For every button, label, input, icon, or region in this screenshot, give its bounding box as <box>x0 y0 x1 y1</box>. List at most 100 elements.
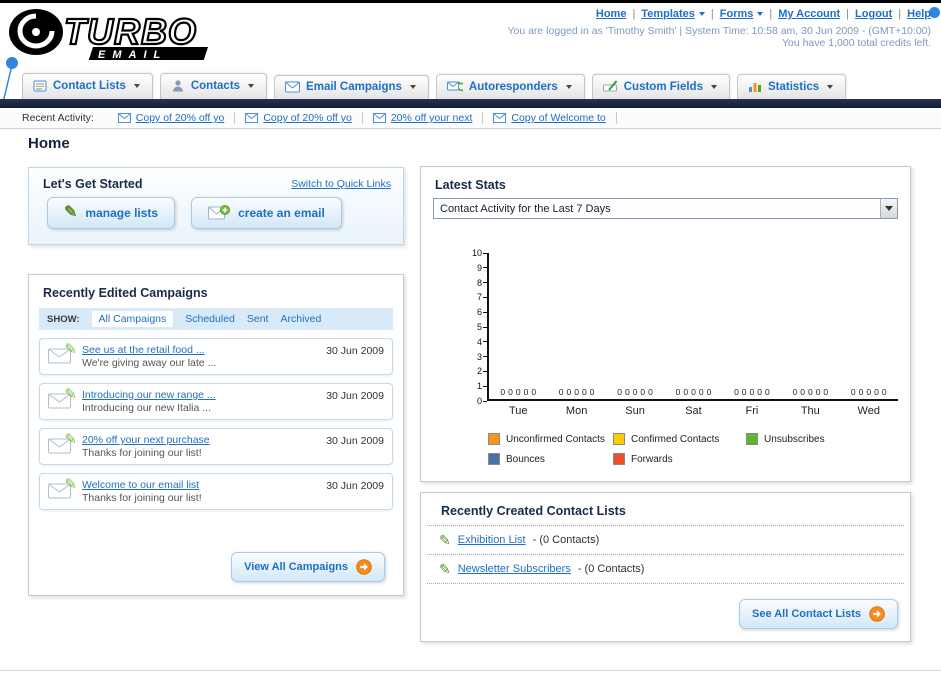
x-axis-label: Mon <box>565 405 588 417</box>
filter-all-campaigns[interactable]: All Campaigns <box>91 311 174 327</box>
contact-list-link[interactable]: Exhibition List <box>458 534 526 546</box>
campaign-envelope-icon: ✎ <box>48 432 77 458</box>
switch-quick-links[interactable]: Switch to Quick Links <box>291 178 391 190</box>
pencil-icon: ✎ <box>64 430 77 448</box>
tab-autoresponders[interactable]: Autoresponders <box>435 74 585 99</box>
campaign-envelope-icon: ✎ <box>48 342 77 368</box>
campaign-title-link[interactable]: Introducing our new range ... <box>82 389 216 401</box>
campaign-date: 30 Jun 2009 <box>326 390 384 402</box>
campaign-row[interactable]: ✎ Welcome to our email list Thanks for j… <box>39 473 393 510</box>
envelope-icon <box>372 113 386 123</box>
recent-activity-item[interactable]: Copy of Welcome to <box>483 112 617 124</box>
envelope-icon <box>245 113 259 123</box>
create-email-button[interactable]: create an email <box>191 197 342 229</box>
nav-link-home[interactable]: Home <box>596 8 627 20</box>
recent-activity-item[interactable]: 20% off your next <box>363 112 484 124</box>
nav-link-logout[interactable]: Logout <box>855 8 892 20</box>
filter-archived[interactable]: Archived <box>280 313 321 325</box>
turbo-email-dashboard: { "icons": { "pencil": "✎" }, "header": … <box>0 0 941 683</box>
campaign-envelope-icon: ✎ <box>48 477 77 503</box>
bar-group: 00000 <box>850 387 887 397</box>
bar-group: 00000 <box>675 387 712 397</box>
email-campaigns-icon <box>285 81 301 93</box>
campaign-row[interactable]: ✎ Introducing our new range ... Introduc… <box>39 383 393 420</box>
latest-stats-title: Latest Stats <box>435 178 506 192</box>
campaign-row[interactable]: ✎ 20% off your next purchase Thanks for … <box>39 428 393 465</box>
arrow-right-icon <box>869 606 885 622</box>
nav-link-my-account[interactable]: My Account <box>778 8 840 20</box>
campaign-title-link[interactable]: See us at the retail food ... <box>82 344 205 356</box>
contact-list-link[interactable]: Newsletter Subscribers <box>458 563 571 575</box>
tab-email-campaigns[interactable]: Email Campaigns <box>274 75 429 99</box>
tab-contacts[interactable]: Contacts <box>159 73 268 99</box>
filter-scheduled[interactable]: Scheduled <box>185 313 235 325</box>
x-axis-label: Sun <box>625 405 645 417</box>
arrow-right-icon <box>356 559 372 575</box>
tab-label: Contacts <box>190 80 241 92</box>
tab-label: Email Campaigns <box>306 81 402 93</box>
legend-item: Confirmed Contacts <box>613 433 746 445</box>
campaign-subtitle: We're giving away our late ... <box>82 357 217 369</box>
pencil-icon: ✎ <box>64 385 77 403</box>
x-axis-label: Wed <box>857 405 880 417</box>
campaign-row[interactable]: ✎ See us at the retail food ... We're gi… <box>39 338 393 375</box>
chevron-down-icon <box>827 84 834 89</box>
chart-plot: 00000 00000 00000 00000 00000 00000 00000 <box>487 253 898 401</box>
contact-list-row[interactable]: ✎ Newsletter Subscribers - (0 Contacts) <box>427 555 904 584</box>
tab-statistics[interactable]: Statistics <box>736 74 847 99</box>
tab-custom-fields[interactable]: Custom Fields <box>591 74 730 99</box>
credits-info: You have 1,000 total credits left. <box>781 37 931 49</box>
chevron-down-icon <box>710 84 717 89</box>
tab-contact-lists[interactable]: Contact Lists <box>22 73 153 99</box>
chevron-down-icon <box>248 84 255 88</box>
contacts-icon <box>172 80 183 92</box>
legend-item: Forwards <box>613 453 746 465</box>
chevron-down-icon <box>565 84 572 89</box>
turbo-email-logo: TURBO EMAIL <box>9 9 209 61</box>
pencil-icon: ✎ <box>439 561 451 577</box>
view-all-campaigns-button[interactable]: View All Campaigns <box>231 552 385 582</box>
select-caret-icon <box>880 199 897 218</box>
nav-link-forms[interactable]: Forms <box>720 8 754 20</box>
pencil-icon: ✎ <box>64 204 78 221</box>
tab-label: Contact Lists <box>53 80 126 92</box>
envelope-plus-icon <box>208 205 231 220</box>
top-nav: Home Templates Forms My Account Logout H… <box>596 8 931 20</box>
envelope-icon <box>493 113 507 123</box>
custom-fields-icon <box>602 80 618 92</box>
manage-lists-button[interactable]: ✎ manage lists <box>47 197 176 229</box>
nav-link-templates[interactable]: Templates <box>641 8 695 20</box>
stats-period-select[interactable]: Contact Activity for the Last 7 Days <box>433 198 898 219</box>
campaign-title-link[interactable]: Welcome to our email list <box>82 479 199 491</box>
legend-item: Bounces <box>488 453 613 465</box>
x-axis-label: Tue <box>508 405 528 417</box>
nav-link-help[interactable]: Help <box>907 8 931 20</box>
campaign-date: 30 Jun 2009 <box>326 345 384 357</box>
page-title: Home <box>28 135 70 152</box>
campaign-filter-bar: SHOW: All Campaigns Scheduled Sent Archi… <box>39 308 393 330</box>
stats-chart: 10 9 8 7 6 5 4 3 2 1 0 000000000000000000000000000… <box>421 248 910 465</box>
contact-list-row[interactable]: ✎ Exhibition List - (0 Contacts) <box>427 526 904 555</box>
campaign-date: 30 Jun 2009 <box>326 480 384 492</box>
campaign-date: 30 Jun 2009 <box>326 435 384 447</box>
tab-label: Custom Fields <box>623 80 703 93</box>
campaign-title-link[interactable]: 20% off your next purchase <box>82 434 210 446</box>
nav-divider-bar <box>0 99 941 108</box>
envelope-icon <box>117 113 131 123</box>
chevron-down-icon <box>133 84 140 88</box>
recent-activity-item[interactable]: Copy of 20% off yo <box>108 112 236 124</box>
contact-lists-title: Recently Created Contact Lists <box>427 493 904 526</box>
legend-item: Unconfirmed Contacts <box>488 433 613 445</box>
campaign-envelope-icon: ✎ <box>48 387 77 413</box>
see-all-contact-lists-button[interactable]: See All Contact Lists <box>738 599 898 629</box>
x-axis-label: Fri <box>745 405 759 417</box>
latest-stats-panel: Latest Stats Contact Activity for the La… <box>420 166 911 482</box>
statistics-icon <box>748 83 761 92</box>
pencil-icon: ✎ <box>64 475 77 493</box>
filter-sent[interactable]: Sent <box>247 313 269 325</box>
chevron-down-icon <box>409 85 416 89</box>
recent-activity-item[interactable]: Copy of 20% off yo <box>235 112 363 124</box>
show-label: SHOW: <box>47 313 80 325</box>
chart-y-axis: 10 9 8 7 6 5 4 3 2 1 0 <box>461 248 487 406</box>
tab-label: Statistics <box>767 80 820 93</box>
